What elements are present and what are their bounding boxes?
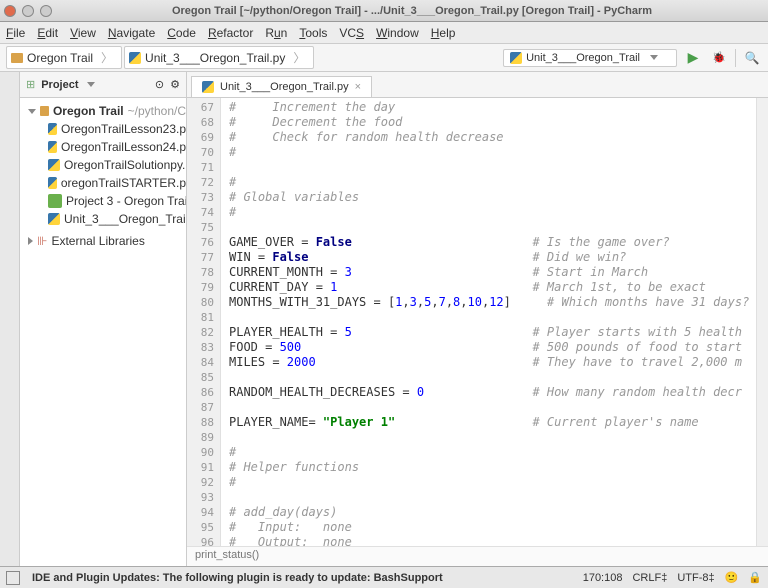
menu-vcs[interactable]: VCS [339, 26, 364, 40]
lock-icon[interactable]: 🔒 [748, 571, 762, 584]
menu-help[interactable]: Help [431, 26, 456, 40]
folder-icon [40, 106, 49, 116]
debug-button[interactable]: 🐞 [709, 48, 729, 68]
tab-active[interactable]: Unit_3___Oregon_Trail.py× [191, 76, 372, 97]
status-icon[interactable] [6, 571, 20, 585]
menu-edit[interactable]: Edit [37, 26, 58, 40]
tree-file[interactable]: OregonTrailSolutionpy. [20, 156, 186, 174]
line-gutter: 67 68 69 70 71 72 73 74 75 76 77 78 79 8… [187, 98, 221, 546]
editor: Unit_3___Oregon_Trail.py× 67 68 69 70 71… [187, 72, 768, 566]
collapse-icon[interactable]: ⊙ [155, 78, 164, 91]
python-file-icon [48, 141, 57, 153]
tree-file[interactable]: OregonTrailLesson24.p [20, 138, 186, 156]
left-gutter[interactable] [0, 72, 20, 566]
window-title: Oregon Trail [~/python/Oregon Trail] - .… [60, 5, 764, 17]
tree-file[interactable]: oregonTrailSTARTER.p [20, 174, 186, 192]
doc-icon [48, 194, 62, 208]
search-button[interactable]: 🔍 [742, 48, 762, 68]
menu-view[interactable]: View [70, 26, 96, 40]
encoding[interactable]: UTF-8‡ [677, 572, 714, 584]
close-window-button[interactable] [4, 5, 16, 17]
menu-tools[interactable]: Tools [299, 26, 327, 40]
minimize-window-button[interactable] [22, 5, 34, 17]
python-file-icon [48, 123, 57, 135]
run-button[interactable]: ▶ [683, 48, 703, 68]
python-file-icon [129, 52, 141, 64]
status-bar: IDE and Plugin Updates: The following pl… [0, 566, 768, 588]
menu-run[interactable]: Run [265, 26, 287, 40]
breadcrumb-root[interactable]: Oregon Trail [6, 46, 122, 69]
folder-icon [11, 53, 23, 63]
titlebar: Oregon Trail [~/python/Oregon Trail] - .… [0, 0, 768, 22]
tree-file[interactable]: OregonTrailLesson23.p [20, 120, 186, 138]
python-file-icon [48, 213, 60, 225]
sidebar-header[interactable]: ⊞Project ⊙⚙ [20, 72, 186, 98]
inspection-icon[interactable]: 🙂 [725, 571, 739, 584]
project-sidebar: ⊞Project ⊙⚙ Oregon Trail ~/python/C Oreg… [20, 72, 187, 566]
breadcrumb-file[interactable]: Unit_3___Oregon_Trail.py [124, 46, 314, 69]
toolbar: Oregon Trail Unit_3___Oregon_Trail.py Un… [0, 44, 768, 72]
menu-navigate[interactable]: Navigate [108, 26, 155, 40]
tree-file[interactable]: Project 3 - Oregon Trai [20, 192, 186, 210]
breadcrumb: Oregon Trail Unit_3___Oregon_Trail.py [6, 46, 314, 69]
tree-external-libs[interactable]: ⊪ External Libraries [20, 232, 186, 250]
line-separator[interactable]: CRLF‡ [632, 572, 667, 584]
python-file-icon [510, 52, 522, 64]
window-controls [4, 5, 52, 17]
menu-refactor[interactable]: Refactor [208, 26, 253, 40]
project-tree: Oregon Trail ~/python/C OregonTrailLesso… [20, 98, 186, 254]
code-area[interactable]: 67 68 69 70 71 72 73 74 75 76 77 78 79 8… [187, 98, 768, 546]
editor-breadcrumb[interactable]: print_status() [187, 546, 768, 566]
python-file-icon [48, 159, 60, 171]
editor-tabs: Unit_3___Oregon_Trail.py× [187, 72, 768, 98]
settings-icon[interactable]: ⚙ [170, 78, 180, 91]
menu-file[interactable]: File [6, 26, 25, 40]
python-file-icon [48, 177, 57, 189]
python-file-icon [202, 81, 214, 93]
close-tab-icon[interactable]: × [355, 81, 361, 93]
status-message[interactable]: IDE and Plugin Updates: The following pl… [32, 572, 443, 584]
tree-file[interactable]: Unit_3___Oregon_Trai [20, 210, 186, 228]
tree-root[interactable]: Oregon Trail ~/python/C [20, 102, 186, 120]
code-lines[interactable]: # Increment the day # Decrement the food… [221, 98, 756, 546]
marker-stripe[interactable] [756, 98, 768, 546]
maximize-window-button[interactable] [40, 5, 52, 17]
menu-window[interactable]: Window [376, 26, 419, 40]
cursor-position[interactable]: 170:108 [583, 572, 623, 584]
menu-bar: File Edit View Navigate Code Refactor Ru… [0, 22, 768, 44]
run-config-selector[interactable]: Unit_3___Oregon_Trail [503, 49, 677, 67]
menu-code[interactable]: Code [167, 26, 196, 40]
